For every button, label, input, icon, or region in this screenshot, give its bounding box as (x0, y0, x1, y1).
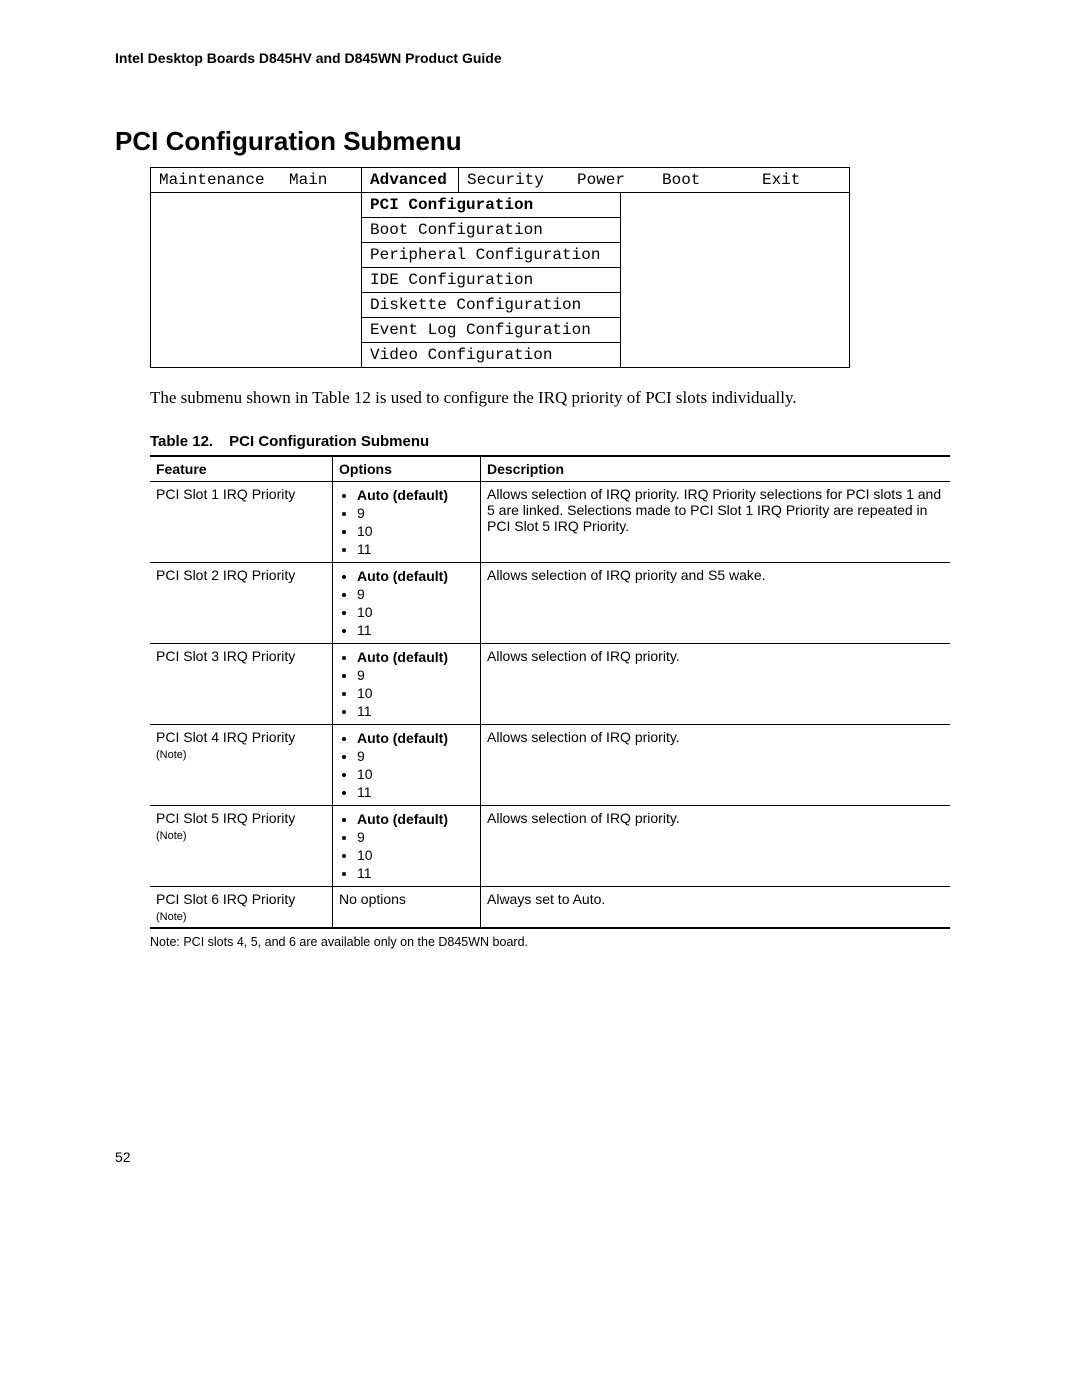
col-header-description: Description (481, 456, 951, 482)
table-row: PCI Slot 6 IRQ Priority (Note) No option… (150, 887, 950, 929)
table-caption: Table 12. PCI Configuration Submenu (150, 433, 965, 450)
submenu-item: Boot Configuration (361, 218, 621, 243)
options-cell: Auto (default) 9 10 11 (333, 563, 481, 644)
bios-tab-advanced: Advanced (361, 168, 459, 192)
options-cell: Auto (default) 9 10 11 (333, 482, 481, 563)
option-item: 10 (357, 765, 474, 783)
doc-header: Intel Desktop Boards D845HV and D845WN P… (115, 50, 965, 66)
description-cell: Allows selection of IRQ priority and S5 … (481, 563, 951, 644)
option-item: 10 (357, 522, 474, 540)
option-item: 11 (357, 702, 474, 720)
bios-tab-power: Power (569, 168, 654, 192)
submenu-item: Video Configuration (361, 343, 621, 367)
table-row: PCI Slot 2 IRQ Priority Auto (default) 9… (150, 563, 950, 644)
table-row: PCI Slot 5 IRQ Priority (Note) Auto (def… (150, 806, 950, 887)
bios-tab-main: Main (281, 168, 361, 192)
submenu-item: Peripheral Configuration (361, 243, 621, 268)
option-item: Auto (default) (357, 486, 474, 504)
body-paragraph: The submenu shown in Table 12 is used to… (150, 388, 965, 408)
feature-cell: PCI Slot 5 IRQ Priority (Note) (150, 806, 333, 887)
feature-cell: PCI Slot 6 IRQ Priority (Note) (150, 887, 333, 929)
option-item: 9 (357, 504, 474, 522)
description-cell: Allows selection of IRQ priority. (481, 806, 951, 887)
option-item: 11 (357, 540, 474, 558)
table-row: PCI Slot 3 IRQ Priority Auto (default) 9… (150, 644, 950, 725)
page-title: PCI Configuration Submenu (115, 126, 965, 157)
submenu-item: Diskette Configuration (361, 293, 621, 318)
options-cell: No options (333, 887, 481, 929)
feature-cell: PCI Slot 4 IRQ Priority (Note) (150, 725, 333, 806)
feature-cell: PCI Slot 2 IRQ Priority (150, 563, 333, 644)
description-cell: Allows selection of IRQ priority. (481, 725, 951, 806)
submenu-item: IDE Configuration (361, 268, 621, 293)
bios-tab-maintenance: Maintenance (151, 168, 281, 192)
option-item: Auto (default) (357, 567, 474, 585)
option-item: Auto (default) (357, 729, 474, 747)
option-item: Auto (default) (357, 810, 474, 828)
bios-tab-exit: Exit (754, 168, 849, 192)
option-item: 9 (357, 666, 474, 684)
description-cell: Always set to Auto. (481, 887, 951, 929)
option-item: 9 (357, 585, 474, 603)
table-footnote: Note: PCI slots 4, 5, and 6 are availabl… (150, 935, 965, 949)
options-cell: Auto (default) 9 10 11 (333, 806, 481, 887)
option-item: 9 (357, 828, 474, 846)
feature-note: (Note) (156, 830, 187, 842)
table-row: PCI Slot 1 IRQ Priority Auto (default) 9… (150, 482, 950, 563)
bios-tab-security: Security (459, 168, 569, 192)
option-item: 10 (357, 846, 474, 864)
option-item: 11 (357, 864, 474, 882)
bios-nav-diagram: Maintenance Main Advanced Security Power… (150, 167, 850, 368)
feature-note: (Note) (156, 911, 187, 923)
config-table: Feature Options Description PCI Slot 1 I… (150, 455, 950, 929)
table-title: PCI Configuration Submenu (229, 433, 429, 450)
feature-note: (Note) (156, 749, 187, 761)
options-cell: Auto (default) 9 10 11 (333, 644, 481, 725)
page-number: 52 (115, 1149, 965, 1165)
feature-cell: PCI Slot 1 IRQ Priority (150, 482, 333, 563)
bios-tab-boot: Boot (654, 168, 754, 192)
col-header-feature: Feature (150, 456, 333, 482)
option-item: Auto (default) (357, 648, 474, 666)
option-item: 10 (357, 684, 474, 702)
option-item: 10 (357, 603, 474, 621)
table-row: PCI Slot 4 IRQ Priority (Note) Auto (def… (150, 725, 950, 806)
options-cell: Auto (default) 9 10 11 (333, 725, 481, 806)
table-number: Table 12. (150, 433, 225, 450)
description-cell: Allows selection of IRQ priority. IRQ Pr… (481, 482, 951, 563)
option-item: 9 (357, 747, 474, 765)
description-cell: Allows selection of IRQ priority. (481, 644, 951, 725)
feature-cell: PCI Slot 3 IRQ Priority (150, 644, 333, 725)
option-item: 11 (357, 783, 474, 801)
option-item: 11 (357, 621, 474, 639)
col-header-options: Options (333, 456, 481, 482)
submenu-item: PCI Configuration (361, 193, 621, 218)
submenu-item: Event Log Configuration (361, 318, 621, 343)
